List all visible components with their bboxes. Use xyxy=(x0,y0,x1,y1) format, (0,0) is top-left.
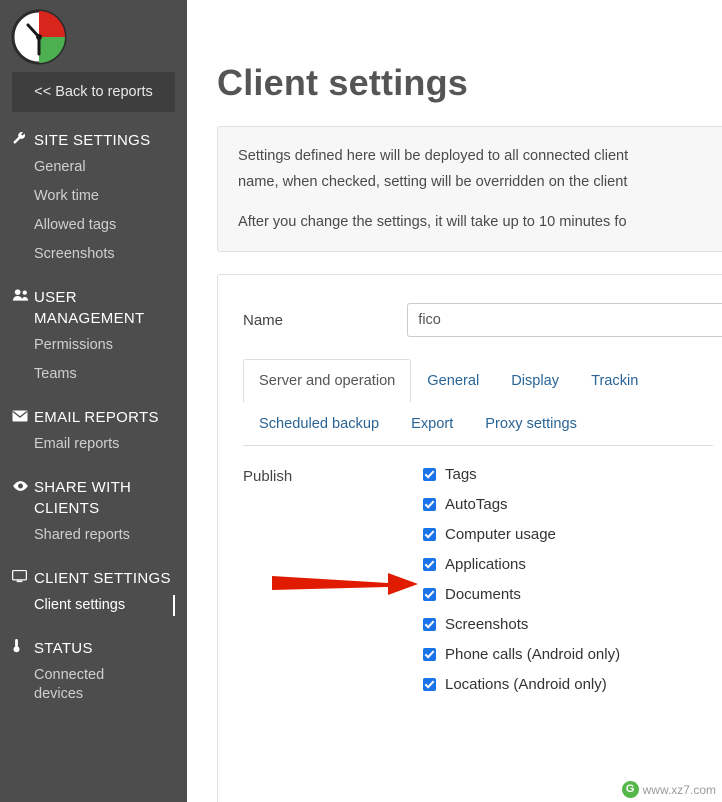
sidebar-item-shared-reports[interactable]: Shared reports xyxy=(0,521,187,550)
checkbox-row-screenshots[interactable]: Screenshots xyxy=(423,616,620,633)
tab-display[interactable]: Display xyxy=(495,359,575,403)
eye-icon xyxy=(12,477,34,498)
name-row: Name xyxy=(218,303,722,337)
checkbox-documents[interactable] xyxy=(423,588,436,601)
checkbox-label-computer-usage: Computer usage xyxy=(445,526,556,543)
tab-proxy-settings[interactable]: Proxy settings xyxy=(469,402,593,446)
thermometer-icon xyxy=(12,638,34,659)
checkbox-label-phone-calls: Phone calls (Android only) xyxy=(445,646,621,663)
section-title-email-reports: EMAIL REPORTS xyxy=(34,409,159,426)
watermark-text: www.xz7.com xyxy=(642,782,716,797)
section-title-share-with-clients: SHARE WITH CLIENTS xyxy=(34,479,132,517)
checkbox-label-screenshots: Screenshots xyxy=(445,616,529,633)
tab-server-and-operation[interactable]: Server and operation xyxy=(243,359,412,403)
publish-label: Publish xyxy=(243,468,293,485)
sidebar-item-general[interactable]: General xyxy=(0,153,187,182)
checkbox-row-documents[interactable]: Documents xyxy=(423,586,620,603)
info-paragraph-1: Settings defined here will be deployed t… xyxy=(238,148,629,164)
checkbox-applications[interactable] xyxy=(423,558,436,571)
checkbox-row-computer-usage[interactable]: Computer usage xyxy=(423,526,620,543)
checkbox-computer-usage[interactable] xyxy=(423,528,436,541)
publish-options: Publish Tags AutoTags Computer usage App… xyxy=(218,446,722,706)
nav-section-user-management: USER MANAGEMENT Permissions Teams xyxy=(0,287,187,389)
settings-tabs: Server and operation General Display Tra… xyxy=(243,359,713,446)
section-header-client-settings: CLIENT SETTINGS xyxy=(0,568,187,589)
nav-section-client-settings: CLIENT SETTINGS Client settings xyxy=(0,568,187,620)
tab-export[interactable]: Export xyxy=(395,402,469,446)
section-title-client-settings: CLIENT SETTINGS xyxy=(34,570,171,587)
logo-container xyxy=(0,0,187,68)
publish-checkbox-list: Tags AutoTags Computer usage Application… xyxy=(423,466,620,706)
sidebar-item-work-time[interactable]: Work time xyxy=(0,182,187,211)
tabs-second-row: Scheduled backup Export Proxy settings xyxy=(243,402,713,445)
watermark-badge-icon: G xyxy=(621,781,639,798)
nav-section-status: STATUS Connected devices xyxy=(0,638,187,709)
tab-scheduled-backup[interactable]: Scheduled backup xyxy=(243,402,395,446)
active-item-marker xyxy=(173,595,175,616)
back-to-reports-button[interactable]: << Back to reports xyxy=(12,72,175,112)
wrench-icon xyxy=(12,130,34,151)
checkbox-row-autotags[interactable]: AutoTags xyxy=(423,496,620,513)
monitor-icon xyxy=(12,568,34,589)
info-paragraph-3: After you change the settings, it will t… xyxy=(238,214,627,230)
sidebar-item-teams[interactable]: Teams xyxy=(0,360,187,389)
page-title: Client settings xyxy=(217,62,469,103)
section-header-email-reports: EMAIL REPORTS xyxy=(0,407,187,428)
info-panel: Settings defined here will be deployed t… xyxy=(217,126,722,252)
sidebar-item-email-reports[interactable]: Email reports xyxy=(0,430,187,459)
checkbox-row-locations[interactable]: Locations (Android only) xyxy=(423,676,620,693)
nav-section-site-settings: SITE SETTINGS General Work time Allowed … xyxy=(0,130,187,269)
app-window: << Back to reports SITE SETTINGS General… xyxy=(0,0,722,802)
checkbox-label-applications: Applications xyxy=(445,556,526,573)
envelope-icon xyxy=(12,407,34,428)
app-logo-icon xyxy=(10,8,70,68)
checkbox-label-documents: Documents xyxy=(445,586,521,603)
checkbox-screenshots[interactable] xyxy=(423,618,436,631)
checkbox-row-phone-calls[interactable]: Phone calls (Android only) xyxy=(423,646,620,663)
section-title-status: STATUS xyxy=(34,640,93,657)
sidebar-item-client-settings[interactable]: Client settings xyxy=(0,591,187,620)
client-settings-form: Name Server and operation General Displa… xyxy=(217,274,722,802)
watermark: G www.xz7.com xyxy=(621,781,716,798)
checkbox-label-autotags: AutoTags xyxy=(445,496,508,513)
checkbox-phone-calls[interactable] xyxy=(423,648,436,661)
nav-section-email-reports: EMAIL REPORTS Email reports xyxy=(0,407,187,459)
checkbox-locations[interactable] xyxy=(423,678,436,691)
section-title-site-settings: SITE SETTINGS xyxy=(34,132,151,149)
info-paragraph-2: name, when checked, setting will be over… xyxy=(238,174,628,190)
checkbox-label-tags: Tags xyxy=(445,466,477,483)
tab-general[interactable]: General xyxy=(411,359,495,403)
checkbox-autotags[interactable] xyxy=(423,498,436,511)
checkbox-row-tags[interactable]: Tags xyxy=(423,466,620,483)
name-label: Name xyxy=(243,311,284,329)
tab-tracking[interactable]: Trackin xyxy=(575,359,654,403)
name-input[interactable] xyxy=(407,303,722,337)
users-icon xyxy=(12,287,34,308)
section-header-site-settings: SITE SETTINGS xyxy=(0,130,187,151)
section-header-share-with-clients: SHARE WITH CLIENTS xyxy=(0,477,187,519)
sidebar-item-screenshots[interactable]: Screenshots xyxy=(0,240,187,269)
sidebar-item-permissions[interactable]: Permissions xyxy=(0,331,187,360)
nav-section-share-with-clients: SHARE WITH CLIENTS Shared reports xyxy=(0,477,187,550)
sidebar-item-connected-devices[interactable]: Connected devices xyxy=(0,661,154,709)
main-content: Client settings Settings defined here wi… xyxy=(187,0,722,802)
sidebar-item-allowed-tags[interactable]: Allowed tags xyxy=(0,211,187,240)
sidebar-item-client-settings-label: Client settings xyxy=(34,597,126,613)
sidebar: << Back to reports SITE SETTINGS General… xyxy=(0,0,187,802)
section-header-user-management: USER MANAGEMENT xyxy=(0,287,187,329)
section-header-status: STATUS xyxy=(0,638,187,659)
section-title-user-management: USER MANAGEMENT xyxy=(34,289,145,327)
checkbox-label-locations: Locations (Android only) xyxy=(445,676,607,693)
checkbox-tags[interactable] xyxy=(423,468,436,481)
checkbox-row-applications[interactable]: Applications xyxy=(423,556,620,573)
